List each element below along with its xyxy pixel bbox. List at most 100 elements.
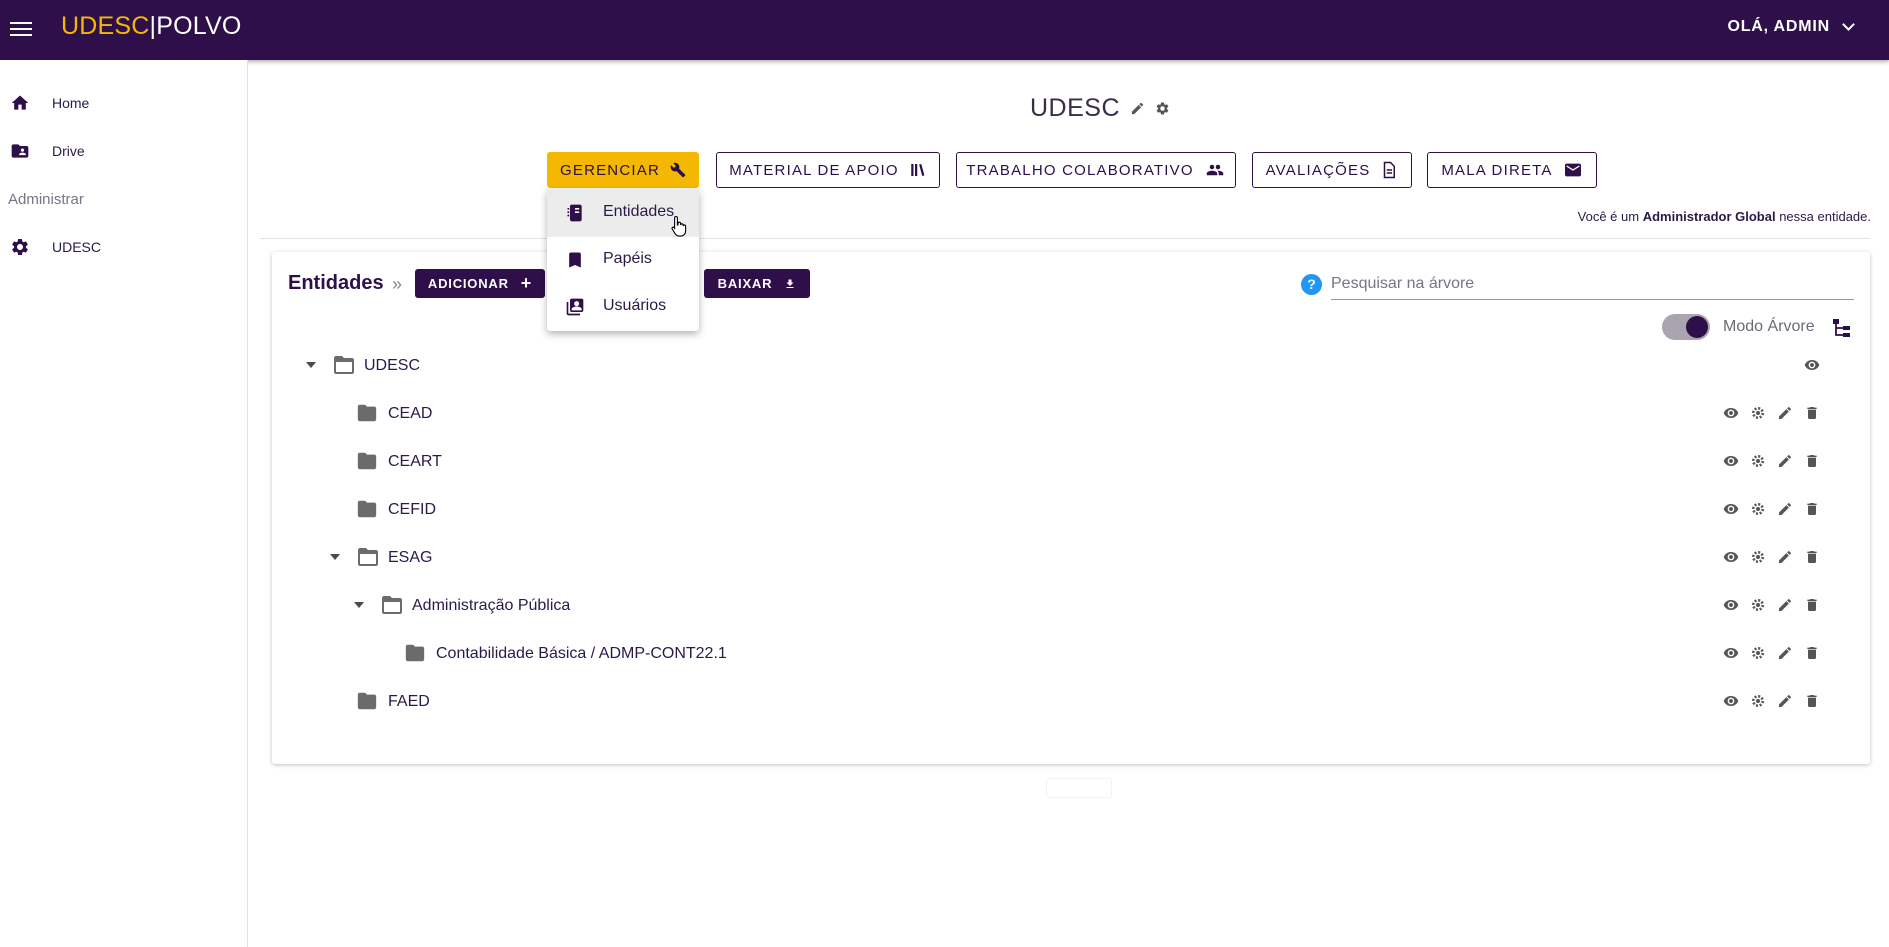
gerenciar-button[interactable]: GERENCIAR (547, 152, 699, 188)
mala-direta-button[interactable]: MALA DIRETA (1427, 152, 1597, 188)
edit-icon[interactable] (1777, 597, 1793, 613)
top-app-bar: UDESC|POLVO OLÁ, ADMIN (0, 0, 1889, 60)
folder-open-icon (358, 548, 378, 566)
sidebar-item-home[interactable]: Home (0, 86, 247, 120)
tree-row[interactable]: ESAG (272, 537, 1870, 577)
caret-down-icon[interactable] (330, 554, 340, 560)
sidebar-item-udesc[interactable]: UDESC (0, 230, 247, 264)
gear-icon[interactable] (1750, 693, 1766, 709)
tree-row-label: FAED (388, 693, 430, 710)
tree-row-label: ESAG (388, 549, 433, 566)
eye-icon[interactable] (1723, 597, 1739, 613)
page-title-wrap: UDESC (1030, 94, 1170, 123)
trabalho-label: TRABALHO COLABORATIVO (966, 161, 1194, 179)
plus-icon: + (520, 273, 533, 293)
caret-down-icon[interactable] (354, 602, 364, 608)
avaliacoes-label: AVALIAÇÕES (1265, 161, 1371, 179)
eye-icon[interactable] (1723, 693, 1739, 709)
menu-icon[interactable] (10, 18, 32, 38)
eye-icon[interactable] (1723, 549, 1739, 565)
sidebar-item-label: UDESC (52, 239, 102, 255)
gerenciar-label: GERENCIAR (560, 161, 660, 179)
menu-item-label: Usuários (603, 297, 667, 314)
hand-cursor-icon (671, 215, 687, 237)
eye-icon[interactable] (1723, 501, 1739, 517)
role-info: Você é um Administrador Global nessa ent… (1578, 209, 1871, 224)
menu-item-usuarios[interactable]: Usuários (547, 283, 699, 331)
drive-folder-icon (11, 144, 29, 158)
tree-row-label: CEAD (388, 405, 433, 422)
tree-row[interactable]: CEFID (272, 489, 1870, 529)
gear-icon[interactable] (1750, 501, 1766, 517)
edit-icon[interactable] (1777, 645, 1793, 661)
adicionar-button[interactable]: ADICIONAR + (415, 269, 545, 298)
edit-icon[interactable] (1777, 693, 1793, 709)
row-actions (1723, 453, 1820, 469)
tree-row-label: Contabilidade Básica / ADMP-CONT22.1 (436, 645, 727, 662)
tree-row[interactable]: CEAD (272, 393, 1870, 433)
gear-icon[interactable] (1155, 101, 1170, 116)
edit-icon[interactable] (1130, 101, 1145, 116)
avaliacoes-button[interactable]: AVALIAÇÕES (1252, 152, 1412, 188)
page-title: UDESC (1030, 94, 1121, 122)
gear-icon[interactable] (1750, 597, 1766, 613)
sidebar-item-drive[interactable]: Drive (0, 134, 247, 168)
gear-icon[interactable] (1750, 549, 1766, 565)
brand-polvo: POLVO (156, 12, 242, 40)
help-icon[interactable]: ? (1301, 274, 1322, 295)
library-books-icon (911, 164, 925, 176)
sidebar-item-label: Drive (52, 143, 85, 159)
tree-row[interactable]: UDESC (272, 345, 1870, 385)
sidebar-section-administrar: Administrar (8, 191, 84, 208)
tree-row[interactable]: CEART (272, 441, 1870, 481)
eye-icon[interactable] (1723, 405, 1739, 421)
gear-icon[interactable] (1750, 405, 1766, 421)
row-actions (1723, 405, 1820, 421)
caret-down-icon[interactable] (306, 362, 316, 368)
baixar-button[interactable]: BAIXAR (704, 269, 810, 298)
tree-row[interactable]: FAED (272, 681, 1870, 721)
edit-icon[interactable] (1777, 453, 1793, 469)
trash-icon[interactable] (1804, 597, 1820, 613)
tree-search-input[interactable] (1331, 268, 1854, 300)
folder-icon (357, 404, 377, 422)
entities-card: Entidades » ADICIONAR + BAIXAR ? Modo Ár… (272, 252, 1870, 764)
gear-icon[interactable] (1750, 453, 1766, 469)
edit-icon[interactable] (1777, 501, 1793, 517)
gear-icon[interactable] (1750, 645, 1766, 661)
group-icon (1206, 164, 1223, 176)
menu-item-label: Entidades (603, 203, 675, 220)
tree-row[interactable]: Contabilidade Básica / ADMP-CONT22.1 (272, 633, 1870, 673)
edit-icon[interactable] (1777, 549, 1793, 565)
row-actions (1723, 693, 1820, 709)
edit-icon[interactable] (1777, 405, 1793, 421)
row-actions (1723, 645, 1820, 661)
brand-logo[interactable]: UDESC|POLVO (61, 12, 242, 41)
book-icon (567, 204, 582, 222)
trash-icon[interactable] (1804, 645, 1820, 661)
trash-icon[interactable] (1804, 453, 1820, 469)
trabalho-colaborativo-button[interactable]: TRABALHO COLABORATIVO (956, 152, 1236, 188)
menu-item-papeis[interactable]: Papéis (547, 236, 699, 284)
trash-icon[interactable] (1804, 501, 1820, 517)
material-label: MATERIAL DE APOIO (729, 161, 899, 179)
sidebar: Home Drive Administrar UDESC (0, 60, 248, 947)
trash-icon[interactable] (1804, 693, 1820, 709)
tree-mode-toggle[interactable] (1662, 314, 1710, 340)
contacts-icon (566, 298, 584, 316)
adicionar-label: ADICIONAR (427, 276, 509, 291)
tree-structure-icon[interactable] (1832, 318, 1852, 338)
folder-open-icon (334, 356, 354, 374)
row-actions (1723, 597, 1820, 613)
baixar-label: BAIXAR (717, 276, 773, 291)
trash-icon[interactable] (1804, 405, 1820, 421)
row-actions (1723, 549, 1820, 565)
tree-row[interactable]: Administração Pública (272, 585, 1870, 625)
material-de-apoio-button[interactable]: MATERIAL DE APOIO (716, 152, 940, 188)
eye-icon[interactable] (1723, 645, 1739, 661)
trash-icon[interactable] (1804, 549, 1820, 565)
eye-icon[interactable] (1723, 453, 1739, 469)
user-menu[interactable]: OLÁ, ADMIN (1727, 18, 1855, 36)
eye-icon[interactable] (1804, 357, 1820, 373)
role-info-prefix: Você é um (1577, 209, 1643, 224)
